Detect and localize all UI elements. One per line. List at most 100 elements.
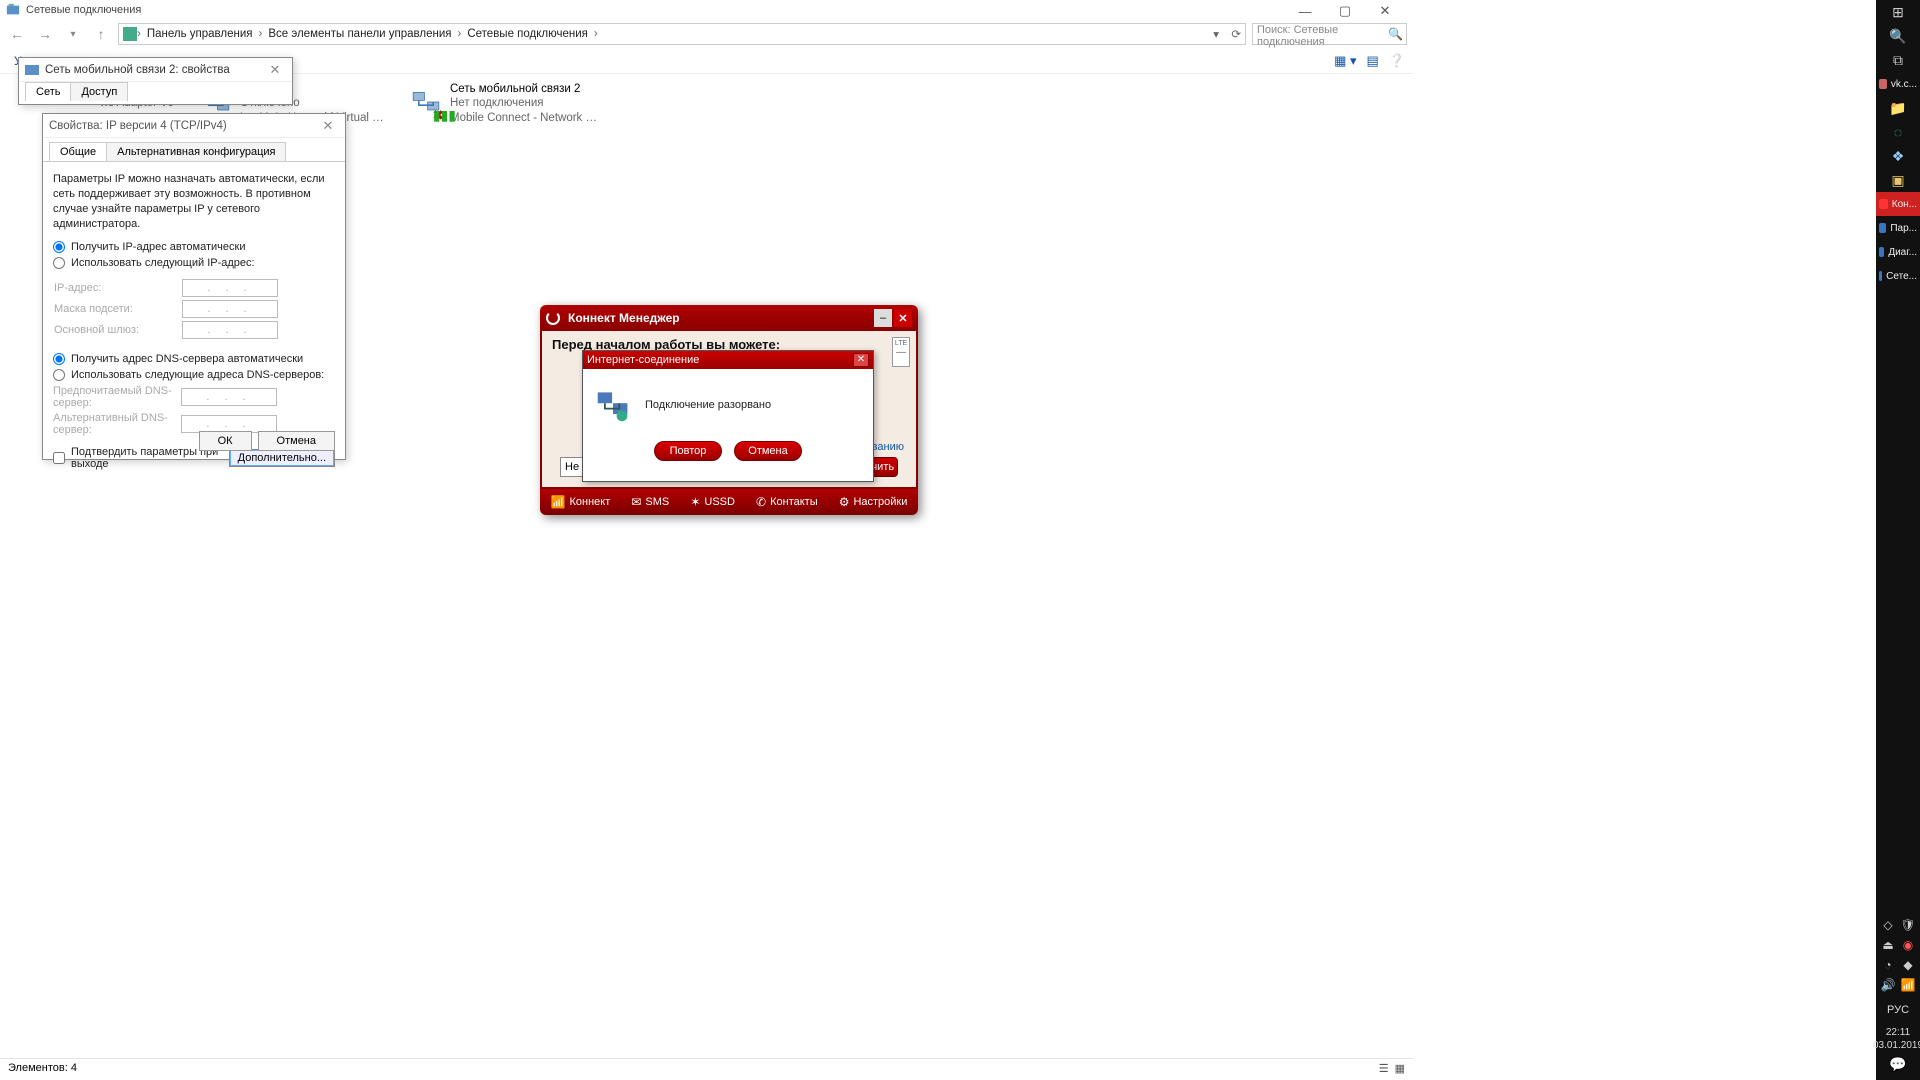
ok-button[interactable]: ОК <box>199 431 252 451</box>
start-button[interactable]: ⊞ <box>1876 0 1920 24</box>
cm-minimize-button[interactable]: – <box>874 309 892 327</box>
label-gateway: Основной шлюз: <box>54 324 182 336</box>
notifications-button[interactable]: 💬 <box>1889 1056 1906 1080</box>
radio-ip-auto[interactable]: Получить IP-адрес автоматически <box>53 241 335 253</box>
dialog-title[interactable]: Сеть мобильной связи 2: свойства ✕ <box>19 58 292 82</box>
gear-icon: ⚙ <box>839 495 850 509</box>
cancel-button[interactable]: Отмена <box>734 441 802 461</box>
dialog-title-text: Сеть мобильной связи 2: свойства <box>45 64 230 76</box>
close-icon[interactable]: ✕ <box>317 118 339 134</box>
network-folder-icon <box>6 3 20 17</box>
advanced-button[interactable]: Дополнительно... <box>229 449 335 467</box>
tray-network-icon[interactable]: 📶 <box>1900 978 1916 994</box>
task-network[interactable]: Сете... <box>1876 264 1920 288</box>
cm-titlebar[interactable]: Коннект Менеджер – ✕ <box>540 305 918 331</box>
breadcrumb[interactable]: › Панель управления › Все элементы панел… <box>118 23 1246 45</box>
taskview-icon[interactable]: ⧉ <box>1876 48 1920 72</box>
tray-connect-icon[interactable]: ◉ <box>1900 938 1916 954</box>
clock-time: 22:11 <box>1873 1026 1920 1039</box>
radio-input[interactable] <box>53 353 65 365</box>
crumb-2[interactable]: Сетевые подключения <box>461 28 594 40</box>
radio-label: Использовать следующий IP-адрес: <box>71 257 255 269</box>
crumb-0[interactable]: Панель управления <box>141 28 259 40</box>
cm-close-button[interactable]: ✕ <box>894 309 912 327</box>
tray-chrome-icon[interactable]: ◔ <box>1880 958 1896 974</box>
close-button[interactable]: ✕ <box>1365 2 1405 20</box>
tray-overflow-icon[interactable]: ◇ <box>1880 918 1896 934</box>
search-input[interactable]: Поиск: Сетевые подключения 🔍 <box>1252 23 1407 45</box>
tray-app-icon[interactable]: ◆ <box>1900 958 1916 974</box>
tray-usb-icon[interactable]: ⏏ <box>1880 938 1896 954</box>
task-params[interactable]: Пар... <box>1876 216 1920 240</box>
app-task-icon-2[interactable]: ▣ <box>1876 168 1920 192</box>
up-button[interactable]: ↑ <box>90 23 112 45</box>
tray-volume-icon[interactable]: 🔊 <box>1880 978 1896 994</box>
tab-general[interactable]: Общие <box>49 142 107 161</box>
error-body: Подключение разорвано <box>583 369 873 441</box>
dialog-title[interactable]: Свойства: IP версии 4 (TCP/IPv4) ✕ <box>43 114 345 138</box>
tab-connect[interactable]: 📶Коннект <box>551 495 611 509</box>
radio-input[interactable] <box>53 257 65 269</box>
search-task-icon[interactable]: 🔍 <box>1876 24 1920 48</box>
taskbar-sidebar: ⊞ 🔍 ⧉ vk.c... 📁 ◌ ❖ ▣ Кон... Пар... Диаг… <box>1876 0 1920 1080</box>
pane-button[interactable]: ▤ <box>1367 53 1379 69</box>
radio-dns-manual[interactable]: Использовать следующие адреса DNS-сервер… <box>53 369 335 381</box>
radio-input[interactable] <box>53 241 65 253</box>
tab-access[interactable]: Доступ <box>70 82 128 101</box>
explorer-task-icon[interactable]: 📁 <box>1876 96 1920 120</box>
error-buttons: Повтор Отмена <box>583 441 873 471</box>
icons-view-icon[interactable]: ▦ <box>1395 1062 1405 1077</box>
tab-alt[interactable]: Альтернативная конфигурация <box>106 142 286 161</box>
tab-network[interactable]: Сеть <box>25 82 71 101</box>
task-diag[interactable]: Диаг... <box>1876 240 1920 264</box>
radio-input[interactable] <box>53 369 65 381</box>
close-icon[interactable]: ✕ <box>264 62 286 78</box>
tab-ussd[interactable]: ✶USSD <box>690 495 735 509</box>
error-titlebar[interactable]: Интернет-соединение ✕ <box>583 351 873 369</box>
lte-indicator: LTE— <box>892 337 910 367</box>
tray-security-icon[interactable]: 🛡 <box>1900 918 1916 934</box>
radio-label: Получить IP-адрес автоматически <box>71 241 245 253</box>
ipv4-properties-dialog: Свойства: IP версии 4 (TCP/IPv4) ✕ Общие… <box>42 113 346 460</box>
mask-field[interactable]: . . . <box>182 300 278 318</box>
refresh-icon[interactable]: ⟳ <box>1231 27 1241 41</box>
view-button[interactable]: ▦ ▾ <box>1334 53 1356 69</box>
radio-ip-manual[interactable]: Использовать следующий IP-адрес: <box>53 257 335 269</box>
gateway-field[interactable]: . . . <box>182 321 278 339</box>
app-task-icon-1[interactable]: ◌ <box>1876 120 1920 144</box>
recent-button[interactable]: ▾ <box>62 23 84 45</box>
minimize-button[interactable]: — <box>1285 2 1325 20</box>
system-tray: ◇ 🛡 ⏏ ◉ ◔ ◆ 🔊 📶 <box>1876 914 1920 998</box>
tab-sms[interactable]: ✉SMS <box>631 495 669 509</box>
dns1-field[interactable]: . . . <box>181 388 277 406</box>
close-icon[interactable]: ✕ <box>853 353 869 367</box>
details-view-icon[interactable]: ☰ <box>1379 1062 1389 1077</box>
radio-label: Получить адрес DNS-сервера автоматически <box>71 353 303 365</box>
app-icon <box>1879 271 1882 281</box>
cancel-button[interactable]: Отмена <box>258 431 335 451</box>
maximize-button[interactable]: ▢ <box>1325 2 1365 20</box>
ip-field[interactable]: . . . <box>182 279 278 297</box>
tab-settings[interactable]: ⚙Настройки <box>839 495 908 509</box>
retry-button[interactable]: Повтор <box>654 441 722 461</box>
network-icon: ✖ ▮▮▮ <box>410 82 442 122</box>
tab-contacts[interactable]: ✆Контакты <box>756 495 818 509</box>
clock[interactable]: 22:11 03.01.2019 <box>1873 1022 1920 1056</box>
language-indicator[interactable]: РУС <box>1887 998 1909 1022</box>
help-button[interactable]: ❔ <box>1389 53 1405 69</box>
crumb-1[interactable]: Все элементы панели управления <box>262 28 457 40</box>
clock-date: 03.01.2019 <box>1873 1039 1920 1052</box>
label-dns2: Альтернативный DNS-сервер: <box>53 412 181 436</box>
radio-dns-auto[interactable]: Получить адрес DNS-сервера автоматически <box>53 353 335 365</box>
checkbox-input[interactable] <box>53 452 65 464</box>
network-item-mobile[interactable]: ✖ ▮▮▮ Сеть мобильной связи 2 Нет подключ… <box>410 82 600 125</box>
steam-task-icon[interactable]: ❖ <box>1876 144 1920 168</box>
connection-error-dialog: Интернет-соединение ✕ Подключение разорв… <box>582 350 874 482</box>
back-button[interactable]: ← <box>6 23 28 45</box>
forward-button[interactable]: → <box>34 23 56 45</box>
error-message: Подключение разорвано <box>645 399 771 411</box>
task-vk[interactable]: vk.c... <box>1876 72 1920 96</box>
task-connect-manager[interactable]: Кон... <box>1876 192 1920 216</box>
dropdown-icon[interactable]: ▾ <box>1213 27 1219 41</box>
label-mask: Маска подсети: <box>54 303 182 315</box>
